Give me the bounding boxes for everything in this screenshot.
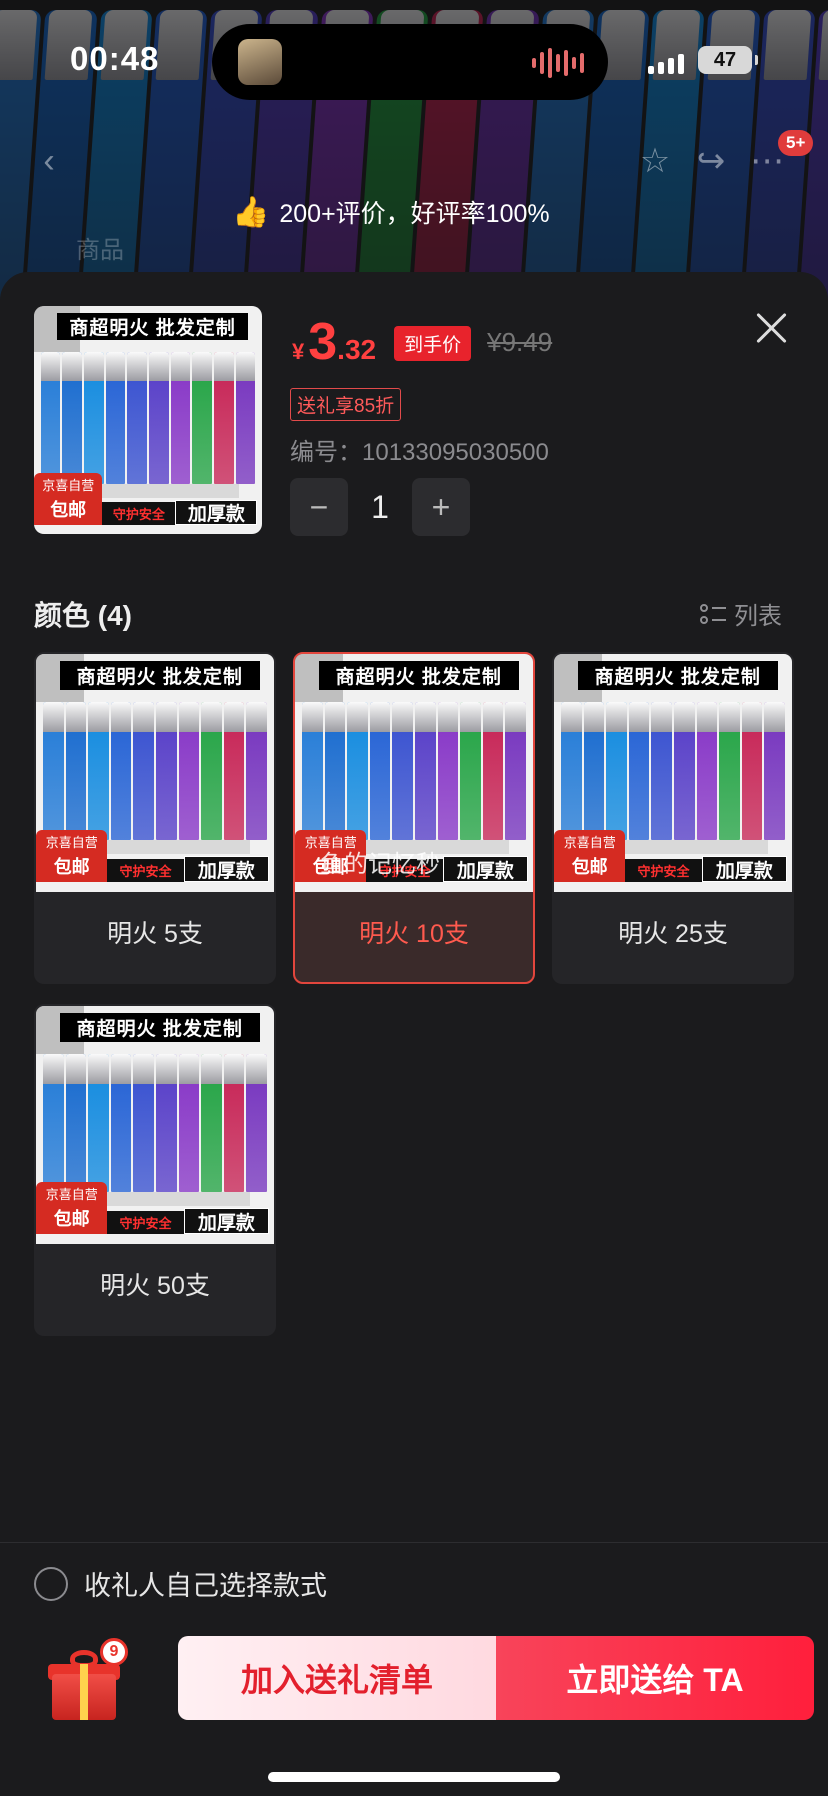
add-to-gift-list-button[interactable]: 加入送礼清单	[178, 1636, 496, 1720]
gift-discount-tag: 送礼享85折	[290, 388, 402, 421]
home-indicator	[268, 1772, 560, 1782]
color-option-card[interactable]: 商超明火 批发定制京喜自营包邮 守护安全 加厚款 明火 25支	[552, 652, 794, 984]
self-operated-label: 京喜自营	[563, 835, 616, 851]
sku-label: 编号：	[290, 439, 362, 466]
safety-label: 守护安全	[102, 502, 176, 525]
self-operated-label: 京喜自营	[42, 477, 95, 493]
thick-model-label: 加厚款	[183, 1208, 270, 1235]
send-gift-now-button[interactable]: 立即送给 TA	[496, 1636, 814, 1720]
product-banner-text: 商超明火 批发定制	[56, 312, 249, 341]
list-view-toggle[interactable]: 列表	[700, 596, 782, 631]
back-icon[interactable]: ‹	[24, 136, 74, 186]
clock: 00:48	[70, 40, 160, 77]
color-option-image: 商超明火 批发定制京喜自营包邮 守护安全 加厚款	[36, 654, 274, 892]
self-operated-label: 京喜自营	[45, 835, 98, 851]
color-option-card-selected[interactable]: 商超明火 批发定制 京喜自营 包邮 守护安全 加厚款 明火 10支	[293, 652, 535, 984]
footer-divider	[0, 1542, 828, 1543]
review-summary[interactable]: 👍 200+评价，好评率100%	[232, 194, 550, 230]
now-playing-thumbnail	[238, 39, 282, 85]
product-banner-text: 商超明火 批发定制	[59, 661, 260, 690]
self-operated-label: 京喜自营	[45, 1187, 98, 1203]
radio-label: 收礼人自己选择款式	[84, 1571, 327, 1601]
tab-product[interactable]: 商品	[76, 230, 124, 265]
color-option-label: 明火 25支	[618, 920, 728, 948]
thick-model-label: 加厚款	[183, 856, 270, 883]
quantity-value[interactable]: 1	[348, 489, 412, 526]
final-price-tag: 到手价	[394, 326, 472, 361]
color-option-card[interactable]: 商超明火 批发定制京喜自营包邮 守护安全 加厚款 明火 50支	[34, 1004, 276, 1336]
price-row: ¥ 3 .32 到手价 ¥9.49	[292, 316, 552, 369]
color-option-label: 明火 5支	[107, 920, 203, 948]
star-icon[interactable]: ☆	[630, 136, 680, 186]
sku-value: 10133095030500	[362, 439, 549, 466]
recipient-choose-option[interactable]: 收礼人自己选择款式	[34, 1564, 327, 1603]
safety-label: 守护安全	[107, 1210, 184, 1235]
thick-model-label: 加厚款	[175, 499, 258, 525]
safety-label: 守护安全	[107, 858, 184, 883]
list-view-label: 列表	[734, 603, 782, 630]
message-count-badge: 5+	[778, 130, 814, 156]
gift-list-icon[interactable]: 9	[48, 1638, 128, 1722]
free-shipping-label: 包邮	[53, 857, 90, 878]
radio-button[interactable]	[34, 1566, 68, 1601]
safety-label: 守护安全	[625, 858, 702, 883]
quantity-stepper: − 1 +	[290, 478, 470, 536]
self-operated-badge: 京喜自营 包邮	[34, 472, 103, 525]
price-integer: 3	[308, 313, 338, 371]
self-operated-badge: 京喜自营 包邮	[36, 830, 108, 883]
free-shipping-label: 包邮	[53, 1209, 90, 1230]
original-price: ¥9.49	[487, 327, 553, 357]
product-main-image[interactable]: 商超明火 批发定制京喜自营包邮 守护安全 加厚款	[34, 306, 262, 534]
thick-model-label: 加厚款	[701, 856, 788, 883]
thumbs-up-icon: 👍	[232, 195, 270, 229]
list-icon	[700, 603, 726, 624]
watermark-text: 鱼的记忆秒	[320, 851, 440, 878]
signal-icon	[648, 54, 684, 74]
audio-wave-icon	[532, 48, 584, 78]
color-option-card[interactable]: 商超明火 批发定制京喜自营包邮 守护安全 加厚款 明火 5支	[34, 652, 276, 984]
battery-level: 47	[713, 48, 737, 71]
decrease-button[interactable]: −	[290, 478, 348, 536]
free-shipping-label: 包邮	[571, 857, 608, 878]
sku-selector-sheet: 商超明火 批发定制 京喜自营 包邮 守护安全 加厚款 ¥ 3 .32 到手价 ¥9.49…	[0, 272, 828, 1796]
color-option-image: 商超明火 批发定制京喜自营包邮 守护安全 加厚款	[554, 654, 792, 892]
color-option-label: 明火 50支	[100, 1272, 210, 1300]
dynamic-island	[212, 24, 608, 100]
status-bar: 00:48 47	[0, 0, 828, 120]
close-icon[interactable]	[752, 308, 792, 348]
color-option-image: 商超明火 批发定制京喜自营包邮 守护安全 加厚款	[36, 1006, 274, 1244]
sku-number: 编号：10133095030500	[290, 432, 549, 467]
price-decimal: .32	[337, 334, 377, 365]
battery-icon: 47	[698, 46, 758, 74]
product-banner-text: 商超明火 批发定制	[59, 1013, 260, 1042]
self-operated-badge: 京喜自营 包邮	[36, 1182, 108, 1235]
product-banner-text: 商超明火 批发定制	[318, 661, 519, 690]
self-operated-badge: 京喜自营 包邮	[554, 830, 626, 883]
review-summary-text: 200+评价，好评率100%	[279, 200, 550, 228]
color-section-title: 颜色 (4)	[34, 600, 133, 631]
price-currency: ¥	[292, 339, 305, 364]
gift-count-badge: 9	[100, 1638, 128, 1666]
thick-model-label: 加厚款	[442, 856, 529, 883]
increase-button[interactable]: +	[412, 478, 470, 536]
share-icon[interactable]: ↪	[686, 136, 736, 186]
color-option-label: 明火 10支	[359, 920, 469, 948]
free-shipping-label: 包邮	[50, 499, 87, 520]
product-banner-text: 商超明火 批发定制	[577, 661, 778, 690]
